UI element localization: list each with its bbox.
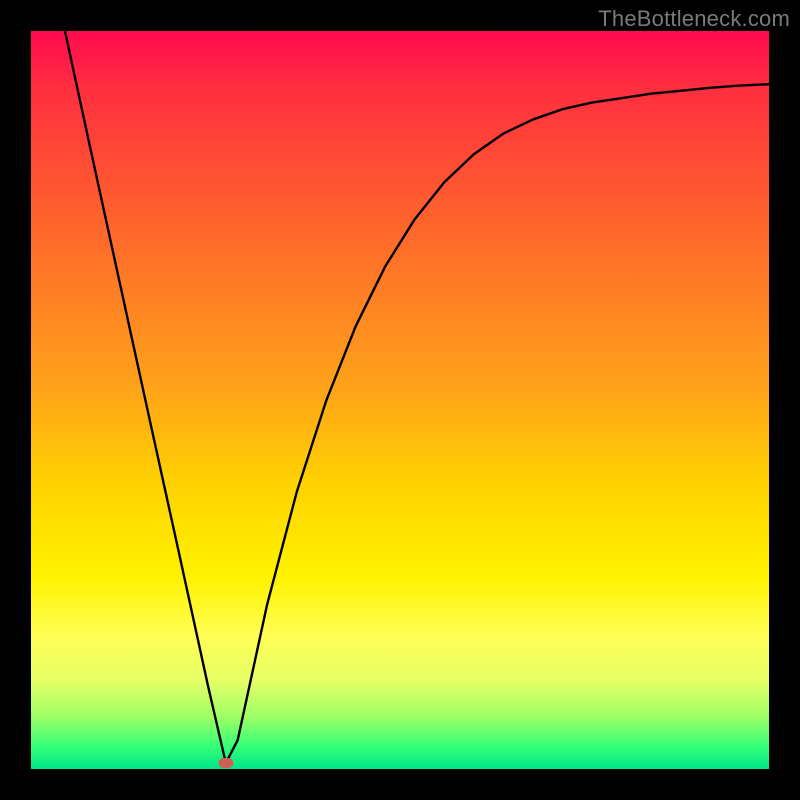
plot-area — [31, 31, 769, 769]
chart-frame: TheBottleneck.com — [0, 0, 800, 800]
min-point-marker — [219, 758, 234, 768]
curve-svg — [31, 31, 769, 769]
bottleneck-curve — [65, 31, 769, 763]
watermark-text: TheBottleneck.com — [598, 6, 790, 32]
